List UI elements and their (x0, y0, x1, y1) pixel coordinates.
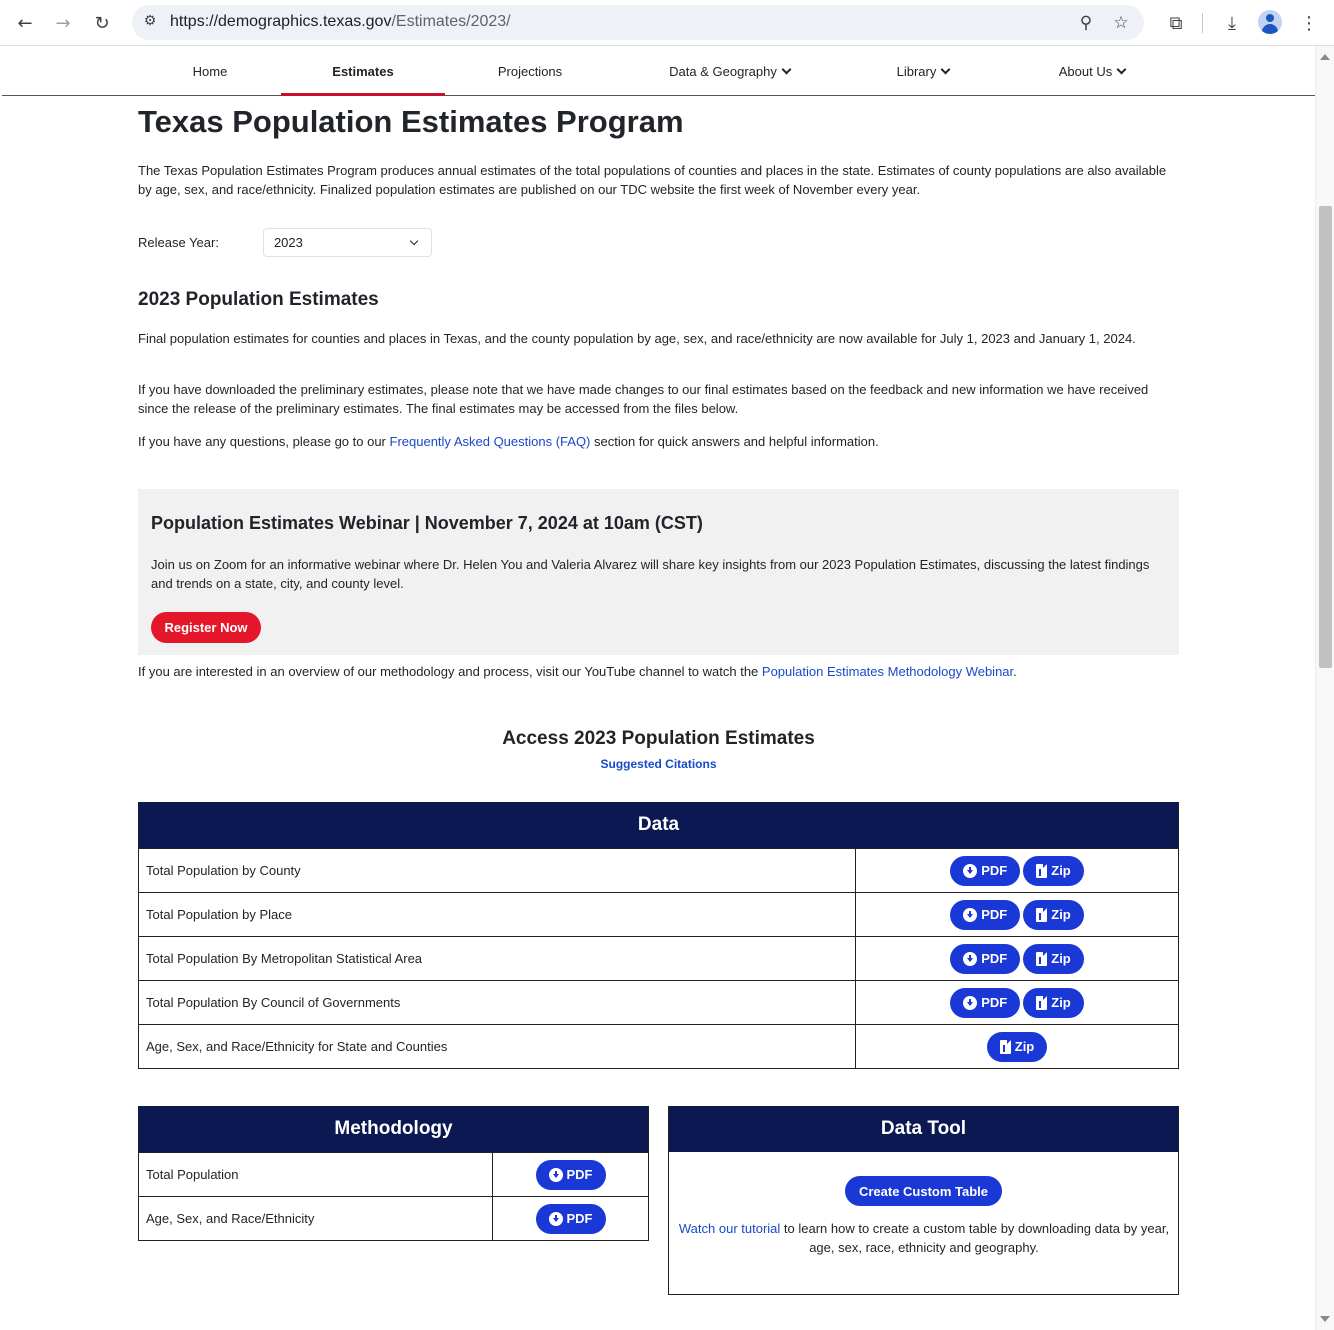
forward-arrow-icon[interactable]: → (49, 9, 77, 37)
data-tool-panel: Data Tool Create Custom Table Watch our … (668, 1106, 1179, 1295)
toolbar-divider (1202, 13, 1203, 33)
faq-paragraph: If you have any questions, please go to … (138, 434, 879, 449)
row-label: Age, Sex, and Race/Ethnicity (139, 1197, 493, 1240)
intro-paragraph: The Texas Population Estimates Program p… (138, 163, 1167, 197)
nav-home[interactable]: Home (153, 47, 267, 95)
release-year-row: Release Year: 2023 (138, 228, 432, 257)
watch-tutorial-link[interactable]: Watch our tutorial (679, 1221, 780, 1236)
download-circle-icon (963, 995, 978, 1010)
suggested-citations-link[interactable]: Suggested Citations (600, 757, 716, 771)
zip-download-button[interactable]: Zip (986, 1031, 1048, 1062)
site-settings-icon[interactable]: ⚙ (140, 13, 160, 33)
table-row: Total Population by County PDF Zip (139, 848, 1178, 892)
download-icon[interactable]: ⤓ (1218, 9, 1246, 37)
youtube-paragraph: If you are interested in an overview of … (138, 664, 1017, 679)
faq-link[interactable]: Frequently Asked Questions (FAQ) (390, 434, 591, 449)
chevron-down-icon (409, 236, 419, 246)
zip-file-icon (999, 1039, 1011, 1054)
address-bar[interactable]: ⚙ https://demographics.texas.gov/Estimat… (132, 5, 1144, 40)
download-circle-icon (548, 1167, 563, 1182)
register-now-button[interactable]: Register Now (151, 612, 261, 643)
create-custom-table-button[interactable]: Create Custom Table (845, 1176, 1002, 1206)
scroll-up-arrow-icon[interactable] (1320, 54, 1330, 60)
nav-about-us[interactable]: About Us (1042, 47, 1142, 95)
release-year-label: Release Year: (138, 235, 219, 250)
pdf-download-button[interactable]: PDF (950, 987, 1021, 1018)
row-label: Total Population (139, 1153, 493, 1196)
url-text[interactable]: https://demographics.texas.gov/Estimates… (170, 13, 511, 31)
nav-data-geography[interactable]: Data & Geography (657, 47, 802, 95)
zip-file-icon (1036, 995, 1048, 1010)
release-year-select[interactable]: 2023 (262, 228, 432, 257)
data-tool-header: Data Tool (669, 1106, 1178, 1152)
download-circle-icon (963, 907, 978, 922)
zip-download-button[interactable]: Zip (1023, 987, 1084, 1018)
row-label: Total Population by County (139, 849, 856, 892)
download-circle-icon (963, 863, 978, 878)
chevron-down-icon (940, 64, 951, 74)
browser-toolbar: ← → ↻ ⚙ https://demographics.texas.gov/E… (0, 0, 1334, 46)
back-arrow-icon[interactable]: ← (11, 9, 39, 37)
reload-icon[interactable]: ↻ (88, 9, 116, 37)
table-row: Age, Sex, and Race/Ethnicity PDF (139, 1196, 648, 1240)
pdf-download-button[interactable]: PDF (950, 855, 1021, 886)
zip-download-button[interactable]: Zip (1023, 855, 1084, 886)
download-circle-icon (548, 1211, 563, 1226)
nav-estimates[interactable]: Estimates (281, 47, 445, 96)
zip-download-button[interactable]: Zip (1023, 943, 1084, 974)
zip-file-icon (1036, 863, 1048, 878)
pdf-download-button[interactable]: PDF (950, 899, 1021, 930)
chevron-down-icon (781, 64, 792, 74)
section-title: 2023 Population Estimates (138, 289, 379, 310)
chevron-down-icon (1116, 64, 1127, 74)
zip-file-icon (1036, 951, 1048, 966)
profile-avatar[interactable] (1258, 10, 1282, 34)
data-tool-description: Watch our tutorial to learn how to creat… (678, 1221, 1170, 1255)
methodology-table-header: Methodology (139, 1106, 648, 1152)
webinar-panel: Population Estimates Webinar | November … (138, 489, 1179, 655)
scroll-down-arrow-icon[interactable] (1320, 1316, 1330, 1322)
nav-projections[interactable]: Projections (472, 47, 588, 95)
row-label: Total Population By Council of Governmen… (139, 981, 856, 1024)
suggested-citations: Suggested Citations (138, 757, 1179, 771)
row-label: Total Population by Place (139, 893, 856, 936)
download-circle-icon (963, 951, 978, 966)
preliminary-note-paragraph: If you have downloaded the preliminary e… (138, 382, 1149, 416)
nav-library[interactable]: Library (880, 47, 966, 95)
page-scrollbar[interactable] (1315, 46, 1334, 1330)
row-label: Total Population By Metropolitan Statist… (139, 937, 856, 980)
row-label: Age, Sex, and Race/Ethnicity for State a… (139, 1025, 856, 1068)
table-row: Total Population By Metropolitan Statist… (139, 936, 1178, 980)
page-title: Texas Population Estimates Program (138, 104, 684, 139)
pdf-download-button[interactable]: PDF (535, 1159, 606, 1190)
methodology-table: Methodology Total Population PDF Age, Se… (138, 1106, 649, 1241)
data-table: Data Total Population by County PDF Zip … (138, 802, 1179, 1069)
site-navigation: Home Estimates Projections Data & Geogra… (2, 47, 1315, 96)
bookmark-star-icon[interactable]: ☆ (1107, 9, 1135, 37)
estimates-paragraph: Final population estimates for counties … (138, 331, 1136, 346)
more-menu-icon[interactable]: ⋮ (1295, 9, 1323, 37)
zip-download-button[interactable]: Zip (1023, 899, 1084, 930)
webinar-title: Population Estimates Webinar | November … (151, 513, 703, 533)
pdf-download-button[interactable]: PDF (950, 943, 1021, 974)
methodology-webinar-link[interactable]: Population Estimates Methodology Webinar (762, 664, 1013, 679)
table-row: Total Population PDF (139, 1152, 648, 1196)
data-table-header: Data (139, 802, 1178, 848)
table-row: Total Population By Council of Governmen… (139, 980, 1178, 1024)
table-row: Total Population by Place PDF Zip (139, 892, 1178, 936)
webinar-text: Join us on Zoom for an informative webin… (151, 557, 1150, 591)
extensions-icon[interactable]: ⧉ (1162, 9, 1190, 37)
scroll-thumb[interactable] (1319, 206, 1332, 668)
access-title: Access 2023 Population Estimates (502, 728, 815, 749)
table-row: Age, Sex, and Race/Ethnicity for State a… (139, 1024, 1178, 1068)
zoom-icon[interactable]: ⚲ (1072, 9, 1100, 37)
zip-file-icon (1036, 907, 1048, 922)
pdf-download-button[interactable]: PDF (535, 1203, 606, 1234)
